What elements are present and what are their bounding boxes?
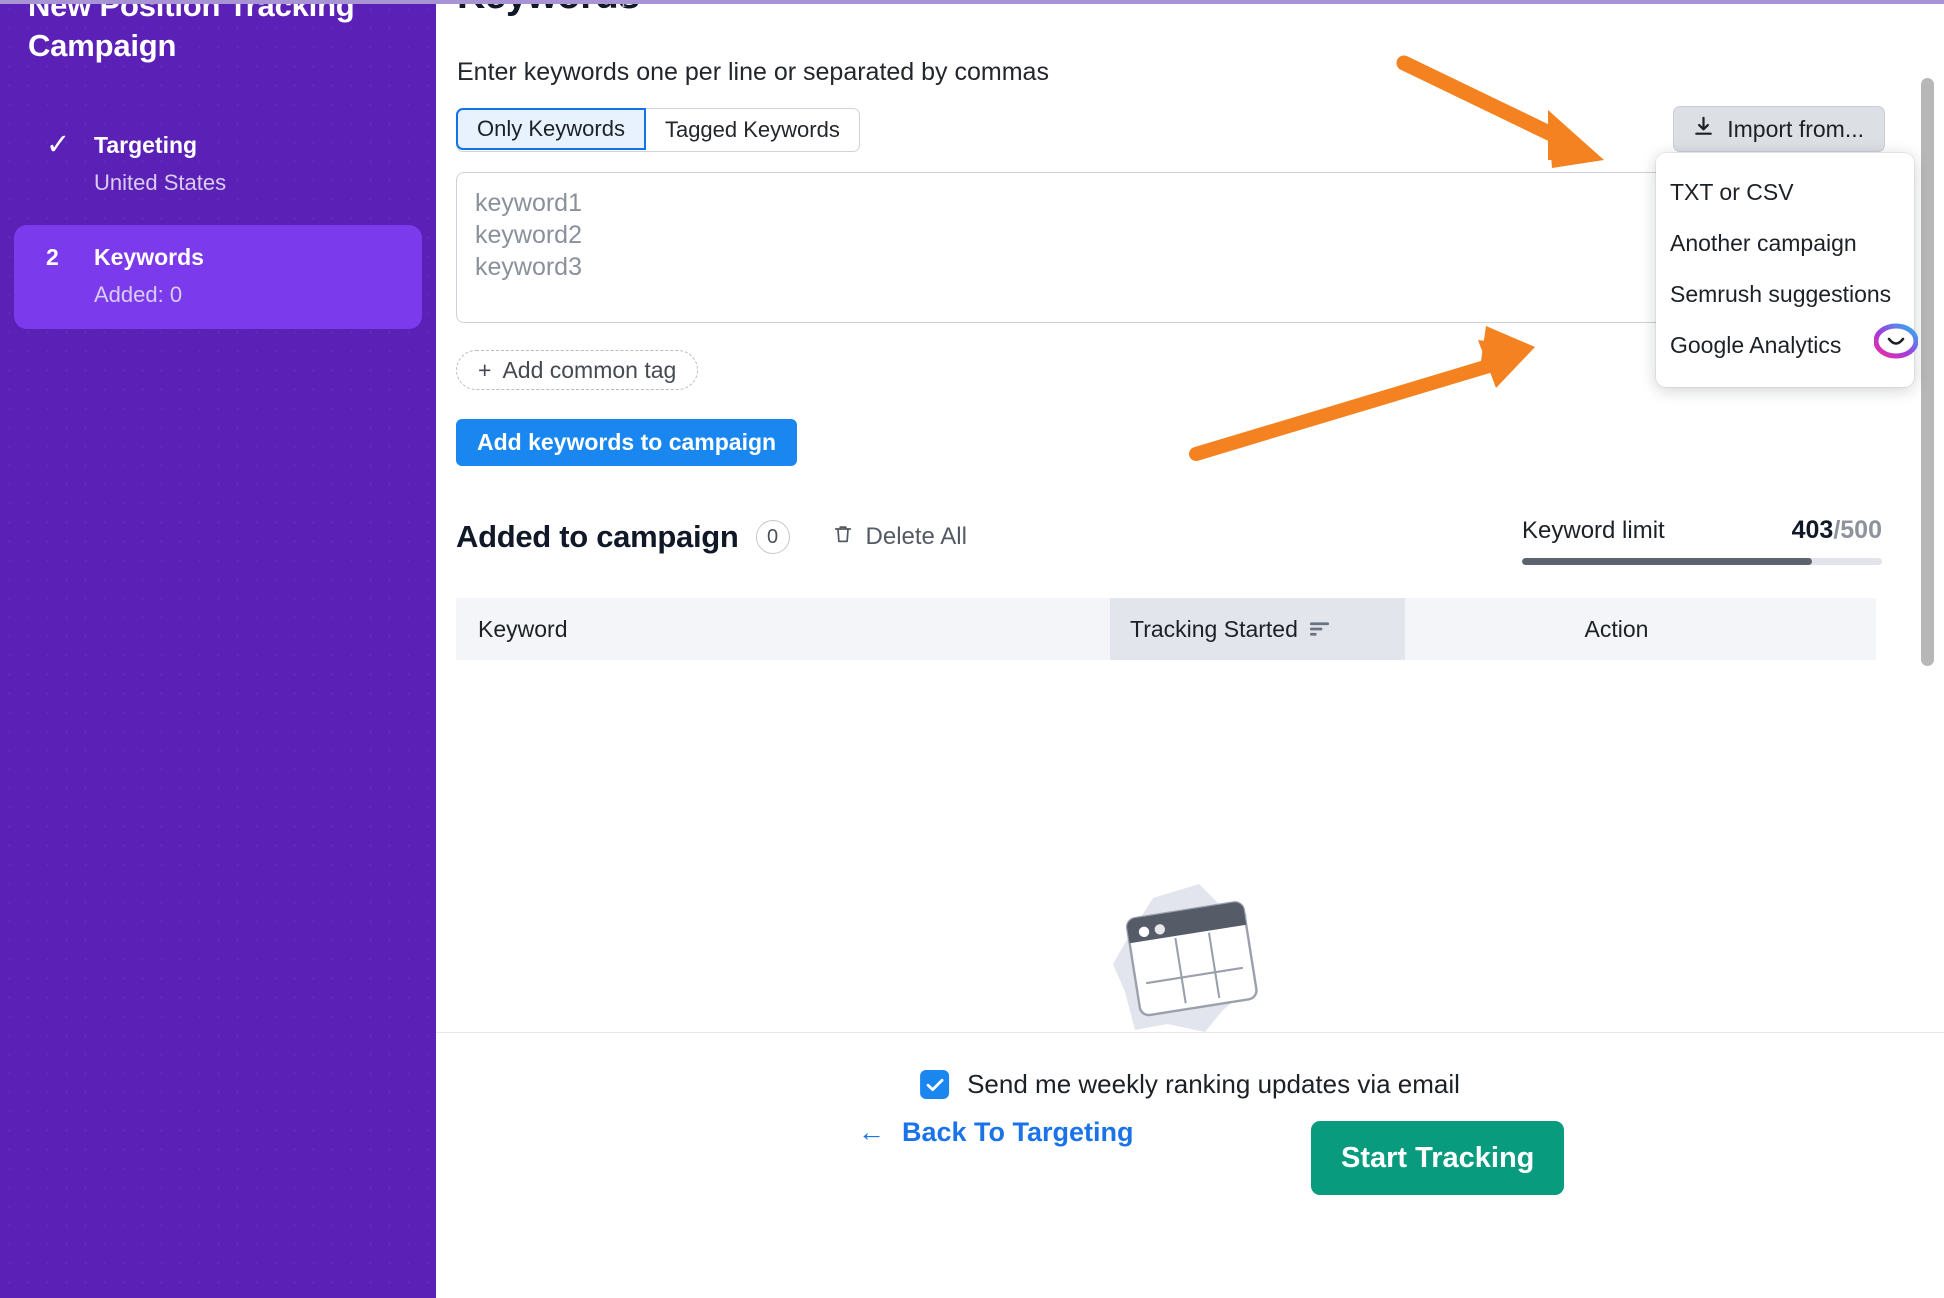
keyword-limit-progress-fill [1522,558,1813,565]
added-to-campaign-header: Added to campaign 0 Delete All [456,519,967,555]
sidebar-step-targeting-sub: United States [94,169,227,195]
dropdown-item-semrush-suggestions[interactable]: Semrush suggestions [1656,269,1914,320]
back-to-targeting-link[interactable]: ← Back To Targeting [858,1117,1134,1148]
tab-only-keywords[interactable]: Only Keywords [456,108,646,150]
delete-all-button[interactable]: Delete All [832,522,967,553]
weekly-updates-row: Send me weekly ranking updates via email [920,1069,1460,1100]
keyword-limit-label: Keyword limit [1522,517,1665,544]
added-to-campaign-title: Added to campaign [456,519,739,554]
sidebar-step-keywords-label: Keywords [94,243,204,270]
sidebar-step-targeting-label: Targeting [94,131,198,158]
added-count-badge: 0 [755,520,790,554]
sidebar-step-targeting[interactable]: ✓ Targeting United States [14,113,422,217]
empty-state-illustration [1095,880,1285,1032]
keywords-table-header: Keyword Tracking Started Action [456,598,1876,660]
trash-icon [832,522,854,553]
arrow-left-icon: ← [858,1116,885,1147]
step-complete-check-icon: ✓ [46,128,71,161]
import-from-label: Import from... [1727,115,1864,142]
keyword-limit-value: 403/500 [1792,516,1882,545]
weekly-updates-label: Send me weekly ranking updates via email [967,1069,1460,1099]
start-tracking-button[interactable]: Start Tracking [1311,1121,1565,1195]
import-from-button[interactable]: Import from... [1673,106,1885,152]
weekly-updates-checkbox[interactable] [920,1070,950,1099]
keywords-scroll-area: Keywords i Enter keywords one per line o… [436,0,1944,1032]
wizard-footer: Send me weekly ranking updates via email… [436,1032,1944,1298]
sidebar-step-keywords[interactable]: 2 Keywords Added: 0 [14,224,422,329]
campaign-wizard-sidebar: New Position Tracking Campaign ✓ Targeti… [0,0,436,1298]
dropdown-item-another-campaign[interactable]: Another campaign [1656,218,1914,269]
download-icon [1692,115,1715,144]
add-common-tag-button[interactable]: + Add common tag [456,350,699,390]
vertical-scrollbar-thumb[interactable] [1921,78,1934,666]
chat-widget-icon[interactable] [1873,323,1919,359]
column-header-tracking-started-label: Tracking Started [1130,615,1298,642]
dropdown-item-txt-or-csv[interactable]: TXT or CSV [1656,167,1914,218]
keyword-limit-progress-track [1522,558,1882,565]
sort-icon [1309,616,1330,643]
app-root: New Position Tracking Campaign ✓ Targeti… [0,0,1944,1298]
back-to-targeting-label: Back To Targeting [902,1116,1134,1147]
delete-all-label: Delete All [865,523,967,550]
footer-actions: ← Back To Targeting Start Tracking [436,1117,1944,1211]
keyword-limit-used: 403 [1791,516,1834,544]
keyword-mode-tabgroup: Only Keywords Tagged Keywords [456,108,860,152]
keyword-limit-total: 500 [1840,516,1882,544]
keyword-limit-block: Keyword limit 403/500 [1522,516,1882,565]
top-border-rule [0,0,1944,4]
keywords-helper-text: Enter keywords one per line or separated… [457,58,1049,86]
add-keywords-to-campaign-button[interactable]: Add keywords to campaign [456,419,798,466]
tab-tagged-keywords[interactable]: Tagged Keywords [646,109,859,151]
add-common-tag-label: Add common tag [502,356,677,383]
column-header-keyword[interactable]: Keyword [456,616,1110,643]
campaign-title: New Position Tracking Campaign [28,0,355,64]
plus-icon: + [478,356,492,383]
step-number: 2 [46,243,59,270]
sidebar-step-keywords-sub: Added: 0 [94,281,183,307]
keywords-textarea-placeholder: keyword1 keyword2 keyword3 [475,189,582,281]
column-header-tracking-started[interactable]: Tracking Started [1110,598,1405,660]
column-header-action: Action [1584,615,1649,642]
